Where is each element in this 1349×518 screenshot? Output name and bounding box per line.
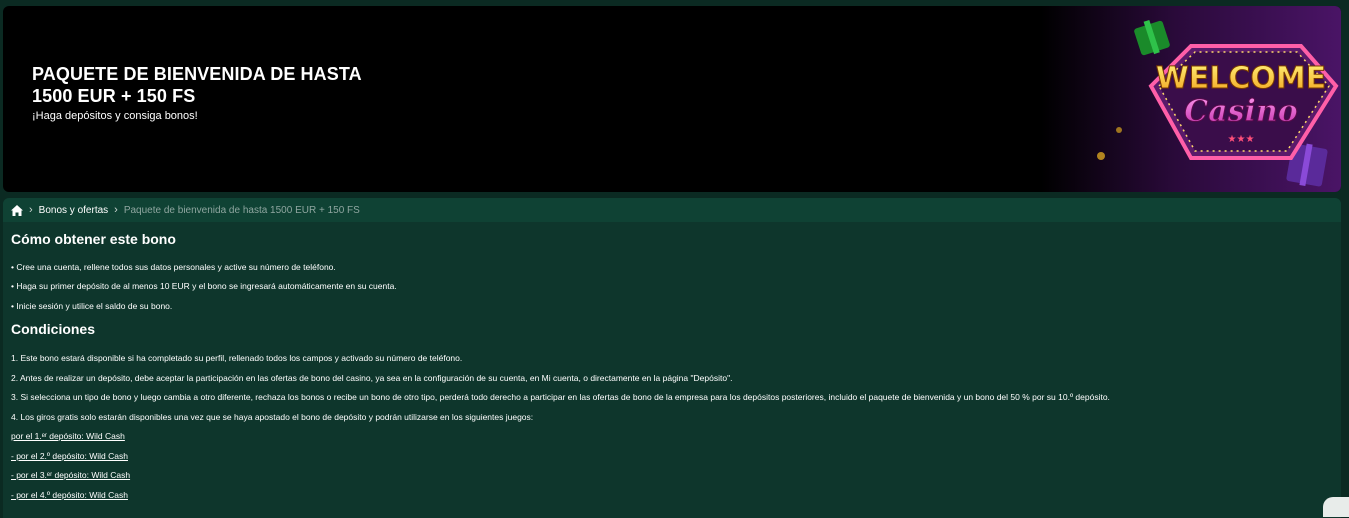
banner-title-line1: PAQUETE DE BIENVENIDA DE HASTA <box>32 64 362 84</box>
art-text-casino: Casino <box>1184 94 1297 129</box>
promo-banner: PAQUETE DE BIENVENIDA DE HASTA 1500 EUR … <box>3 6 1341 192</box>
chevron-right-icon: › <box>29 204 33 216</box>
banner-title-line2: 1500 EUR + 150 FS <box>32 86 196 106</box>
game-link[interactable]: - por el 2.º depósito: Wild Cash <box>11 451 128 461</box>
condition-item: 2. Antes de realizar un depósito, debe a… <box>11 373 733 383</box>
welcome-casino-illustration: WELCOME Casino ★★★ <box>1041 6 1341 192</box>
game-link[interactable]: - por el 4.º depósito: Wild Cash <box>11 490 128 500</box>
breadcrumb-current: Paquete de bienvenida de hasta 1500 EUR … <box>123 204 360 216</box>
condition-item: 3. Si selecciona un tipo de bono y luego… <box>11 392 1110 402</box>
condition-item: 4. Los giros gratis solo estarán disponi… <box>11 412 534 422</box>
stars-icon: ★★★ <box>1228 134 1255 145</box>
banner-subtitle: ¡Haga depósitos y consiga bonos! <box>32 110 198 122</box>
how-step: • Cree una cuenta, rellene todos sus dat… <box>11 262 336 272</box>
condition-item: 1. Este bono estará disponible si ha com… <box>11 353 463 363</box>
how-step: • Inicie sesión y utilice el saldo de su… <box>11 301 173 311</box>
art-text-welcome: WELCOME <box>1156 61 1327 96</box>
how-step: • Haga su primer depósito de al menos 10… <box>11 281 397 291</box>
breadcrumb-bonos-link[interactable]: Bonos y ofertas <box>39 205 108 216</box>
bonus-details-panel: › Bonos y ofertas › Paquete de bienvenid… <box>3 198 1341 518</box>
conditions-title: Condiciones <box>11 321 96 337</box>
scroll-to-top-button[interactable] <box>1323 497 1349 517</box>
chevron-right-icon: › <box>114 204 118 216</box>
breadcrumb: › Bonos y ofertas › Paquete de bienvenid… <box>3 198 1341 222</box>
how-to-title: Cómo obtener este bono <box>11 231 176 247</box>
game-link[interactable]: por el 1.ᵉʳ depósito: Wild Cash <box>11 431 125 441</box>
home-icon[interactable] <box>11 204 23 216</box>
banner-title: PAQUETE DE BIENVENIDA DE HASTA 1500 EUR … <box>32 63 362 107</box>
game-link[interactable]: - por el 3.ᵉʳ depósito: Wild Cash <box>11 470 130 480</box>
